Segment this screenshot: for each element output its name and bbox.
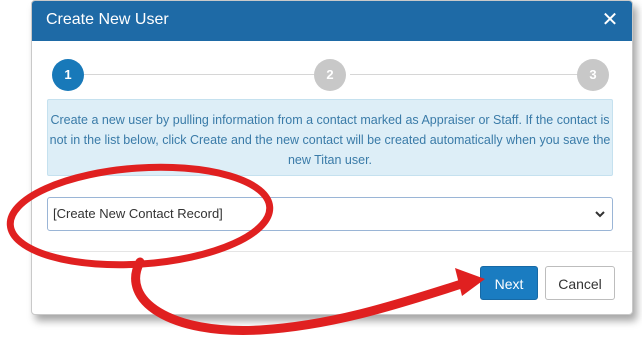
footer-divider (32, 251, 632, 252)
step-3-indicator: 3 (577, 59, 609, 91)
step-2-indicator: 2 (314, 59, 346, 91)
cancel-button[interactable]: Cancel (545, 266, 615, 300)
step-1-indicator: 1 (52, 59, 84, 91)
dialog-header: Create New User ✕ (32, 1, 632, 41)
step-connector (350, 74, 578, 75)
info-message: Create a new user by pulling information… (47, 99, 613, 176)
close-icon[interactable]: ✕ (600, 9, 620, 31)
dialog-title: Create New User (46, 11, 169, 28)
step-connector (84, 74, 314, 75)
create-user-dialog: Create New User ✕ 1 2 3 Create a new use… (31, 0, 633, 315)
next-button[interactable]: Next (480, 266, 538, 300)
chevron-down-icon (595, 211, 605, 218)
contact-select[interactable]: [Create New Contact Record] (47, 197, 613, 231)
wizard-steps: 1 2 3 (32, 41, 632, 97)
contact-select-value: [Create New Contact Record] (53, 206, 223, 221)
